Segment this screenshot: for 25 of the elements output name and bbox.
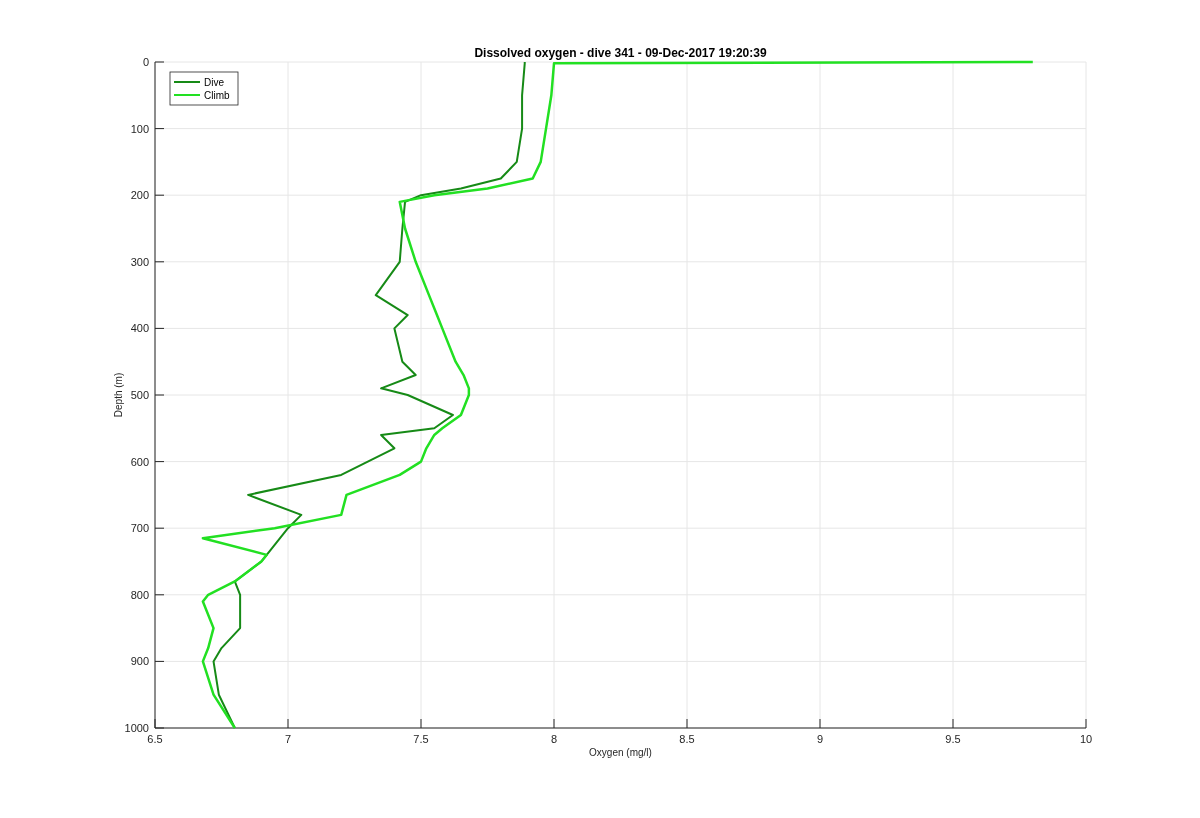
tick-label: 8 xyxy=(550,733,558,745)
tick-label: 9.5 xyxy=(945,733,961,745)
tick-label: 400 xyxy=(130,322,149,335)
tick-label: 800 xyxy=(130,588,149,601)
axis-label: Depth (m) xyxy=(113,372,124,418)
tick-label: 0 xyxy=(142,56,149,68)
legend-box xyxy=(169,71,239,106)
tick-label: 200 xyxy=(130,189,149,202)
tick-label: 7.5 xyxy=(413,733,429,745)
tick-label: 600 xyxy=(130,455,149,468)
legend-label: Climb xyxy=(204,90,230,101)
tick-label: 900 xyxy=(130,655,149,668)
tick-label: 500 xyxy=(130,389,149,401)
tick-label: 9 xyxy=(816,733,824,745)
tick-label: 6.5 xyxy=(147,733,163,745)
axis-label: Oxygen (mg/l) xyxy=(589,747,652,758)
tick-label: 10 xyxy=(1079,733,1093,745)
tick-label: 1000 xyxy=(124,722,149,734)
tick-label: 300 xyxy=(130,255,149,268)
chart-title: Dissolved oxygen - dive 341 - 09-Dec-2017 19:20:39 xyxy=(474,46,767,60)
legend-label: Dive xyxy=(204,77,224,88)
tick-label: 8.5 xyxy=(679,733,695,745)
tick-label: 700 xyxy=(130,522,149,535)
tick-label: 100 xyxy=(130,122,149,135)
tick-label: 7 xyxy=(284,733,292,745)
